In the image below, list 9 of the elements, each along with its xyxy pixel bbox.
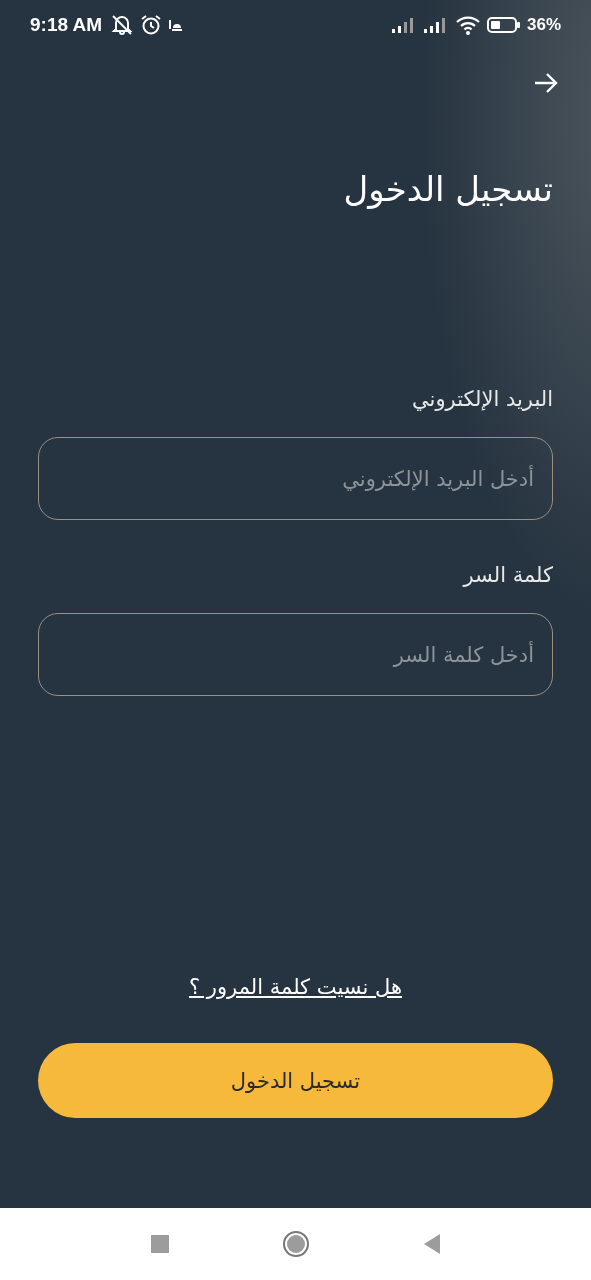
field-label: كلمة السر xyxy=(463,562,553,589)
page-title: تسجيل الدخول xyxy=(343,168,553,210)
forgot-password-link[interactable]: هل نسيت كلمة المرور ؟ xyxy=(189,975,402,999)
battery-percent: 36% xyxy=(526,15,561,35)
login-button[interactable]: تسجيل الدخول xyxy=(38,1043,553,1118)
input-field[interactable]: أدخل كلمة السر xyxy=(38,613,553,696)
input-field[interactable]: أدخل البريد الإلكتروني xyxy=(38,437,553,520)
field-label: البريد الإلكتروني xyxy=(412,386,553,413)
status-time: 9:18 AM xyxy=(30,14,103,36)
